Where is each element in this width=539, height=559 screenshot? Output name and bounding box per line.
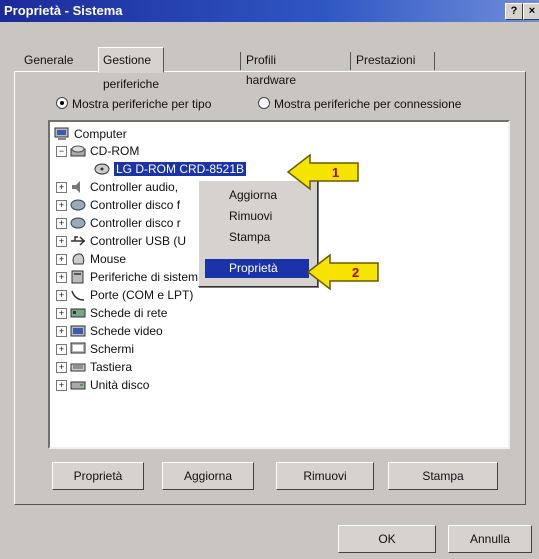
expand-icon[interactable]: +: [56, 236, 67, 247]
tree-node-floppy-controller[interactable]: + Controller disco f: [56, 197, 180, 214]
ok-button[interactable]: OK: [338, 525, 436, 553]
tab-separator: [240, 52, 241, 70]
audio-icon: [70, 180, 86, 194]
window-title: Proprietà - Sistema: [4, 3, 123, 18]
expand-icon[interactable]: +: [56, 326, 67, 337]
tree-node-disk-drives[interactable]: + Unità disco: [56, 377, 149, 394]
callout-1: 1: [286, 153, 360, 194]
disk-drive-icon: [70, 378, 86, 392]
network-card-icon: [70, 306, 86, 320]
tree-node-ports[interactable]: + Porte (COM e LPT): [56, 287, 193, 304]
tree-node-mouse[interactable]: + Mouse: [56, 251, 126, 268]
controller-icon: [70, 198, 86, 212]
menu-item-update[interactable]: Aggiorna: [229, 187, 277, 204]
tab-separator: [350, 52, 351, 70]
expand-icon[interactable]: +: [56, 200, 67, 211]
context-menu: Aggiorna Rimuovi Stampa Proprietà: [198, 180, 318, 287]
callout-2-label: 2: [352, 265, 359, 280]
tree-node-cdrom-device[interactable]: LG D-ROM CRD-8521B: [94, 161, 247, 178]
tab-general[interactable]: Generale: [20, 50, 77, 70]
expand-icon[interactable]: +: [56, 308, 67, 319]
menu-item-print[interactable]: Stampa: [229, 229, 270, 246]
tree-node-video-cards[interactable]: + Schede video: [56, 323, 163, 340]
radio-dot-icon: [258, 97, 270, 109]
tree-node-monitors[interactable]: + Schermi: [56, 341, 134, 358]
arrow-left-icon: 1: [286, 153, 359, 191]
callout-1-label: 1: [332, 165, 339, 180]
tree-node-system-devices[interactable]: + Periferiche di sistema: [56, 269, 205, 286]
print-button[interactable]: Stampa: [388, 462, 498, 490]
close-button[interactable]: ×: [523, 3, 539, 20]
radio-by-connection-label: Mostra periferiche per connessione: [274, 97, 462, 111]
expand-icon[interactable]: +: [56, 218, 67, 229]
cdrom-device-icon: [94, 162, 110, 176]
title-bar[interactable]: Proprietà - Sistema ? ×: [0, 0, 539, 22]
usb-icon: [70, 234, 86, 248]
tree-node-hard-disk-controller[interactable]: + Controller disco r: [56, 215, 181, 232]
video-card-icon: [70, 324, 86, 338]
system-properties-dialog: Proprietà - Sistema ? × Generale Gestion…: [0, 0, 539, 559]
collapse-icon[interactable]: −: [56, 146, 67, 157]
tab-separator: [434, 52, 435, 70]
controller-icon: [70, 216, 86, 230]
tree-node-keyboard[interactable]: + Tastiera: [56, 359, 132, 376]
expand-icon[interactable]: +: [56, 254, 67, 265]
radio-dot-icon: [56, 97, 68, 109]
expand-icon[interactable]: +: [56, 380, 67, 391]
system-device-icon: [70, 270, 86, 284]
computer-icon: [54, 127, 70, 141]
port-icon: [70, 288, 86, 302]
radio-by-type[interactable]: Mostra periferiche per tipo: [56, 97, 211, 111]
tab-performance[interactable]: Prestazioni: [352, 50, 419, 70]
properties-button[interactable]: Proprietà: [52, 462, 144, 490]
tab-device-manager[interactable]: Gestione periferiche: [98, 47, 165, 91]
mouse-icon: [70, 252, 86, 266]
tree-node-usb-controller[interactable]: + Controller USB (U: [56, 233, 186, 250]
tab-hardware-profiles[interactable]: Profili hardware: [242, 50, 300, 87]
help-button[interactable]: ?: [505, 3, 523, 20]
tree-node-computer[interactable]: Computer: [54, 126, 127, 143]
selected-device-label: LG D-ROM CRD-8521B: [114, 162, 247, 176]
cdrom-icon: [70, 144, 86, 158]
monitor-icon: [70, 342, 86, 356]
callout-2: 2: [306, 253, 380, 294]
expand-icon[interactable]: +: [56, 362, 67, 373]
expand-icon[interactable]: +: [56, 344, 67, 355]
expand-icon[interactable]: +: [56, 182, 67, 193]
update-button[interactable]: Aggiorna: [162, 462, 254, 490]
expand-icon[interactable]: +: [56, 272, 67, 283]
keyboard-icon: [70, 360, 86, 374]
menu-item-properties[interactable]: Proprietà: [229, 260, 278, 277]
expand-icon[interactable]: +: [56, 290, 67, 301]
cancel-button[interactable]: Annulla: [448, 525, 532, 553]
tree-node-network-cards[interactable]: + Schede di rete: [56, 305, 167, 322]
arrow-left-icon: 2: [306, 253, 379, 291]
radio-by-connection[interactable]: Mostra periferiche per connessione: [258, 97, 461, 111]
remove-button[interactable]: Rimuovi: [276, 462, 374, 490]
menu-item-remove[interactable]: Rimuovi: [229, 208, 272, 225]
tree-node-audio[interactable]: + Controller audio,: [56, 179, 178, 196]
tree-node-cdrom[interactable]: − CD-ROM: [56, 143, 139, 160]
radio-by-type-label: Mostra periferiche per tipo: [72, 97, 212, 111]
